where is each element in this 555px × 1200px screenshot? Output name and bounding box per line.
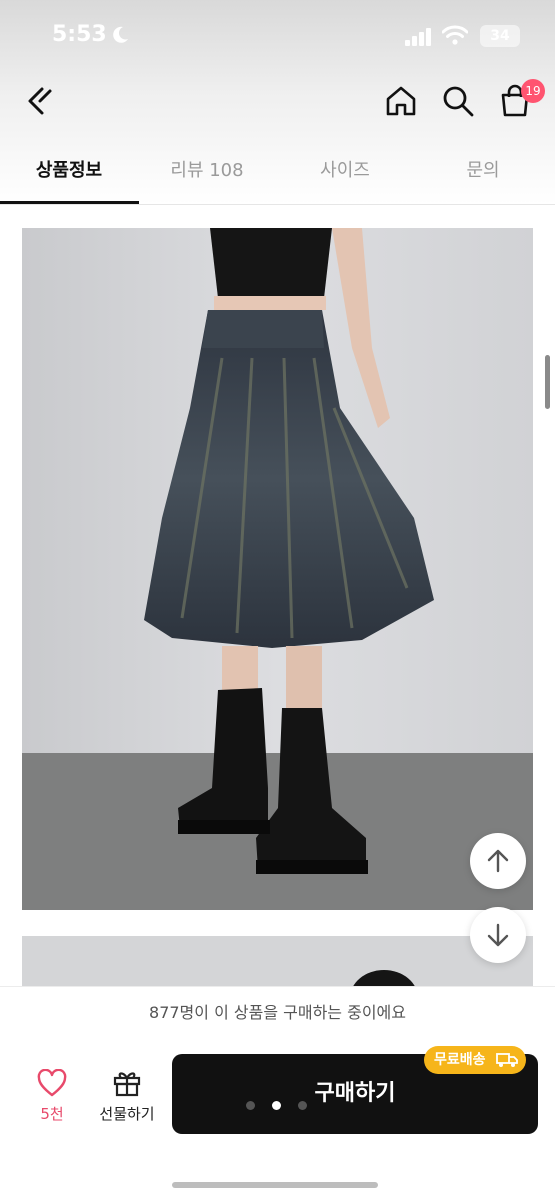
arrow-down-icon	[487, 923, 509, 947]
carousel-dots	[246, 1101, 310, 1111]
gift-label: 선물하기	[99, 1105, 155, 1123]
tab-product-info[interactable]: 상품정보	[0, 140, 138, 202]
moon-icon	[113, 26, 128, 43]
active-tab-indicator	[0, 201, 139, 204]
heart-icon	[37, 1068, 67, 1097]
truck-icon	[496, 1053, 518, 1067]
tab-reviews[interactable]: 리뷰 108	[138, 140, 276, 202]
tab-size[interactable]: 사이즈	[276, 140, 414, 202]
battery-indicator: 34	[480, 25, 520, 47]
cart-count-badge: 19	[521, 79, 545, 103]
arrow-up-icon	[487, 849, 509, 873]
status-bar: 5:53 34	[0, 0, 555, 75]
carousel-dot[interactable]	[246, 1101, 255, 1110]
like-button[interactable]: 5천	[22, 1068, 82, 1129]
scroll-up-button[interactable]	[470, 833, 526, 889]
like-count: 5천	[40, 1105, 64, 1123]
product-tabs: 상품정보 리뷰 108 사이즈 문의	[0, 140, 555, 205]
search-icon[interactable]	[440, 83, 476, 119]
home-icon[interactable]	[383, 83, 419, 119]
product-photo	[22, 228, 533, 910]
home-indicator	[172, 1182, 378, 1188]
status-time: 5:53	[52, 22, 107, 47]
purchase-notice: 877명이 이 상품을 구매하는 중이에요	[0, 986, 555, 1040]
wifi-icon	[442, 25, 468, 45]
tab-inquiry[interactable]: 문의	[414, 140, 552, 202]
free-shipping-badge: 무료배송	[424, 1046, 526, 1074]
top-nav: 19	[0, 75, 555, 135]
signal-icon	[405, 28, 431, 46]
product-image[interactable]	[22, 228, 533, 910]
scroll-down-button[interactable]	[470, 907, 526, 963]
gift-button[interactable]: 선물하기	[92, 1069, 162, 1129]
scrollbar[interactable]	[545, 355, 550, 409]
back-icon[interactable]	[18, 79, 62, 123]
gift-icon	[113, 1072, 141, 1097]
carousel-dot[interactable]	[298, 1101, 307, 1110]
carousel-dot-active[interactable]	[272, 1101, 281, 1110]
free-shipping-label: 무료배송	[434, 1052, 486, 1068]
